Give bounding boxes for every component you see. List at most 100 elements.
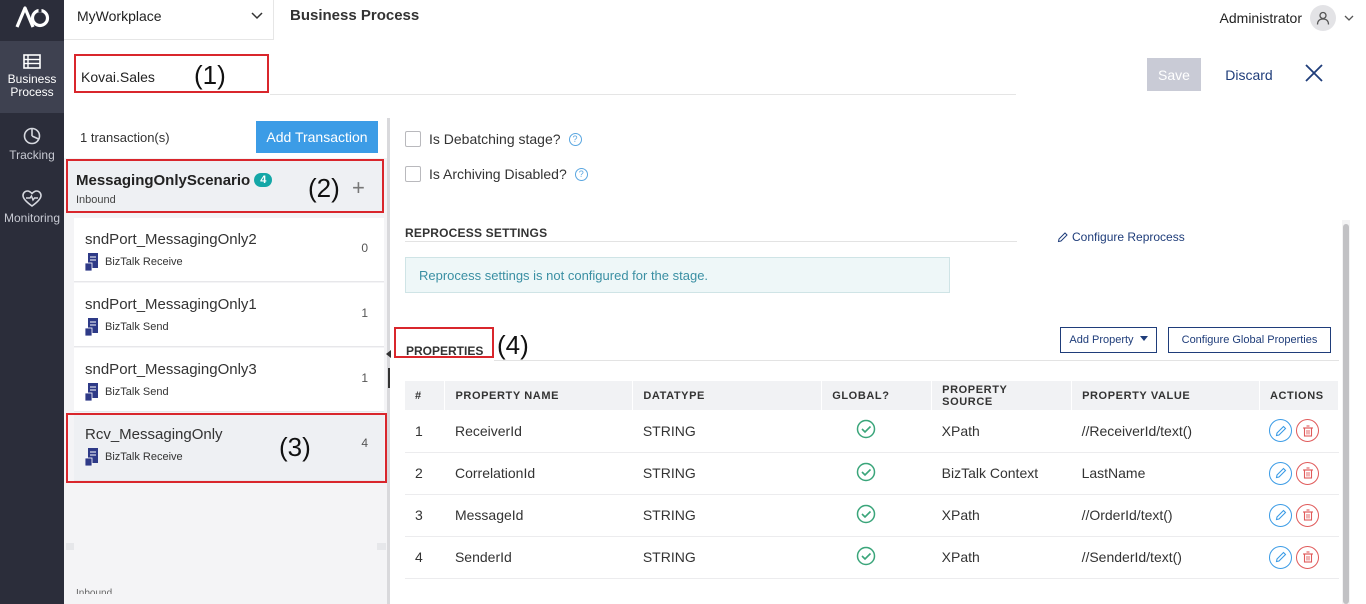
page-title: Business Process	[290, 7, 420, 24]
trash-icon	[1302, 425, 1313, 437]
save-button[interactable]: Save	[1147, 58, 1201, 91]
port-type: BizTalk Send	[85, 318, 169, 336]
cell-name: MessageId	[444, 494, 633, 537]
configure-global-properties-button[interactable]: Configure Global Properties	[1168, 327, 1331, 353]
annotation-label: (1)	[194, 60, 226, 90]
selected-highlight: (3)	[66, 413, 387, 483]
business-process-name-field[interactable]: Kovai.Sales (1)	[74, 54, 269, 93]
list-item[interactable]: sndPort_MessagingOnly2 BizTalk Receive 0	[74, 218, 384, 282]
column-header: GLOBAL?	[821, 381, 933, 410]
cell-value: //ReceiverId/text()	[1071, 410, 1260, 453]
port-type-label: BizTalk Send	[105, 386, 169, 398]
delete-button[interactable]	[1296, 461, 1320, 485]
port-count: 0	[361, 241, 368, 255]
configure-reprocess-label: Configure Reprocess	[1072, 230, 1185, 244]
cell-global	[821, 494, 932, 537]
close-button[interactable]	[1302, 62, 1326, 86]
column-header: #	[405, 381, 446, 410]
table-row: 4 SenderId STRING XPath //SenderId/text(…	[405, 536, 1339, 579]
transaction-name: MessagingOnlyScenario	[76, 172, 251, 189]
chevron-down-icon	[1344, 15, 1354, 21]
biztalk-server-icon	[85, 318, 98, 336]
checkbox-label: Is Archiving Disabled?	[429, 166, 567, 182]
port-type: BizTalk Receive	[85, 253, 183, 271]
port-name: sndPort_MessagingOnly3	[85, 361, 257, 378]
reprocess-section-title: REPROCESS SETTINGS	[405, 226, 548, 240]
main-scrollbar-thumb[interactable]	[1343, 224, 1349, 604]
configure-reprocess-link[interactable]: Configure Reprocess	[1057, 230, 1185, 244]
name-value: Kovai.Sales	[81, 69, 155, 85]
cell-source: BizTalk Context	[931, 452, 1072, 495]
trash-icon	[1302, 509, 1313, 521]
user-name: Administrator	[1219, 10, 1302, 26]
app-logo-icon[interactable]	[14, 4, 50, 30]
workspace-select[interactable]: MyWorkplace	[64, 0, 274, 40]
nav-tracking[interactable]: Tracking	[0, 127, 64, 171]
table-header-row: # PROPERTY NAME DATATYPE GLOBAL? PROPERT…	[405, 381, 1340, 410]
delete-button[interactable]	[1296, 545, 1320, 569]
nav-label: Tracking	[9, 148, 55, 162]
cell-global	[821, 452, 932, 495]
collapse-panel-icon[interactable]	[386, 350, 391, 358]
reprocess-info-message: Reprocess settings is not configured for…	[405, 257, 950, 293]
top-bar: MyWorkplace Business Process Administrat…	[64, 0, 1366, 40]
list-item[interactable]: sndPort_MessagingOnly3 BizTalk Send 1	[74, 348, 384, 412]
edit-button[interactable]	[1269, 419, 1293, 443]
cell-datatype: STRING	[632, 410, 822, 453]
check-circle-icon	[856, 462, 875, 481]
cell-value: LastName	[1071, 452, 1260, 495]
nav-business-process[interactable]: Business Process	[0, 41, 64, 113]
check-circle-icon	[856, 546, 875, 565]
delete-button[interactable]	[1296, 419, 1320, 443]
cell-global	[821, 536, 932, 579]
list-item[interactable]: sndPort_MessagingOnly1 BizTalk Send 1	[74, 283, 384, 347]
cell-name: CorrelationId	[444, 452, 633, 495]
cell-source: XPath	[931, 494, 1072, 537]
port-type: BizTalk Send	[85, 383, 169, 401]
panel-splitter[interactable]	[387, 118, 390, 604]
debatching-checkbox[interactable]: Is Debatching stage? ?	[405, 131, 582, 147]
list-icon	[23, 54, 41, 69]
checkbox-box[interactable]	[405, 166, 421, 182]
trash-icon	[1302, 467, 1313, 479]
splitter-handle[interactable]	[388, 368, 390, 388]
cell-num: 3	[405, 494, 445, 537]
cell-name: ReceiverId	[444, 410, 633, 453]
nav-monitoring[interactable]: Monitoring	[0, 190, 64, 234]
help-icon[interactable]: ?	[568, 132, 582, 146]
port-count: 1	[361, 371, 368, 385]
trash-icon	[1302, 551, 1313, 563]
nav-label: Monitoring	[3, 211, 61, 225]
transaction-header[interactable]: MessagingOnlyScenario 4 Inbound (2) +	[66, 159, 384, 213]
section-divider	[405, 241, 1017, 242]
edit-button[interactable]	[1269, 545, 1293, 569]
column-header: PROPERTY VALUE	[1071, 381, 1260, 410]
pencil-icon	[1275, 509, 1287, 521]
cell-value: //SenderId/text()	[1071, 536, 1260, 579]
port-name: sndPort_MessagingOnly1	[85, 296, 257, 313]
user-menu[interactable]: Administrator	[1220, 4, 1354, 32]
caret-down-icon	[1139, 336, 1148, 341]
column-header: PROPERTY NAME	[444, 381, 634, 410]
chevron-down-icon	[251, 12, 263, 20]
add-property-button[interactable]: Add Property	[1060, 327, 1157, 353]
add-stage-button[interactable]: +	[352, 175, 365, 201]
column-header: ACTIONS	[1259, 381, 1340, 410]
discard-button[interactable]: Discard	[1214, 58, 1284, 91]
cell-name: SenderId	[444, 536, 633, 579]
check-circle-icon	[856, 420, 875, 439]
port-count: 1	[361, 306, 368, 320]
cell-actions	[1259, 452, 1339, 495]
cell-actions	[1259, 536, 1339, 579]
table-row: 3 MessageId STRING XPath //OrderId/text(…	[405, 494, 1339, 537]
transaction-footer: Inbound	[76, 588, 113, 594]
edit-button[interactable]	[1269, 503, 1293, 527]
help-icon[interactable]: ?	[574, 167, 588, 181]
checkbox-box[interactable]	[405, 131, 421, 147]
edit-button[interactable]	[1269, 461, 1293, 485]
properties-section-title: PROPERTIES	[406, 344, 484, 358]
delete-button[interactable]	[1296, 503, 1320, 527]
archiving-checkbox[interactable]: Is Archiving Disabled? ?	[405, 166, 588, 182]
column-header: DATATYPE	[632, 381, 823, 410]
add-transaction-button[interactable]: Add Transaction	[256, 121, 378, 153]
